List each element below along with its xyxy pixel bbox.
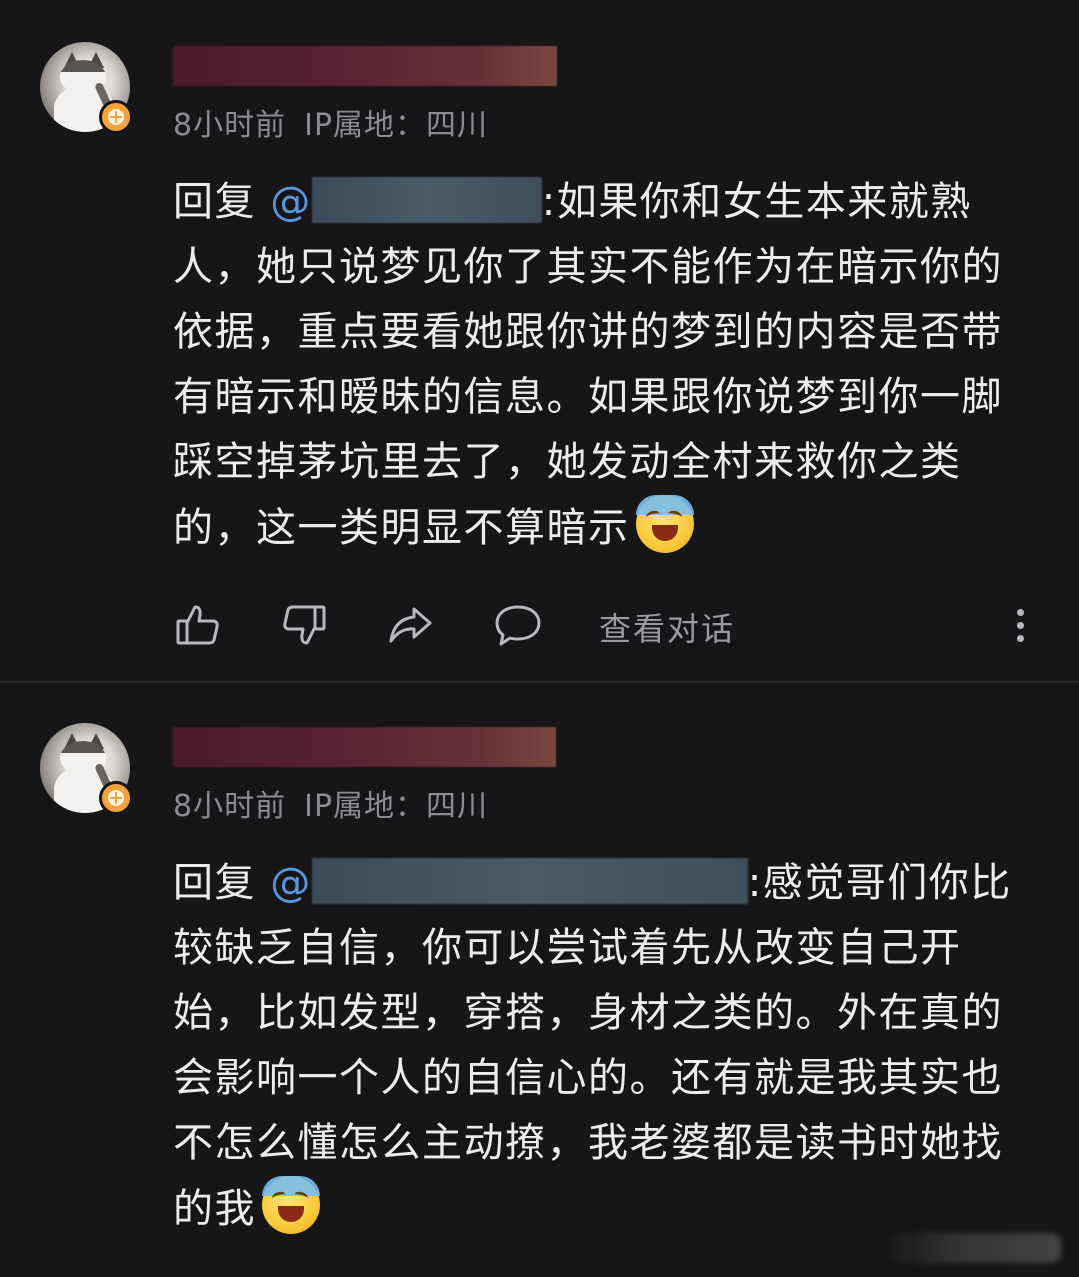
ip-location: IP属地：四川 (304, 108, 489, 143)
thumbs-down-icon[interactable] (279, 600, 329, 650)
reply-prefix: 回复 (173, 860, 256, 906)
comment-text: 回复 @:感觉哥们你比较缺乏自信，你可以尝试着先从改变自己开始，比如发型，穿搭，… (173, 851, 1043, 1242)
watermark (881, 1233, 1061, 1263)
ip-location: IP属地：四川 (304, 789, 489, 824)
view-conversation-link[interactable]: 查看对话 (599, 604, 735, 650)
reply-prefix: 回复 (173, 179, 256, 225)
mention-redacted (311, 177, 542, 223)
mention-link[interactable]: @ (270, 858, 748, 906)
comment-meta: 8小时前 IP属地：四川 (173, 781, 506, 825)
mention-at-sign: @ (270, 179, 312, 225)
laughing-crying-emoji-icon (262, 1176, 320, 1234)
comment-time: 8小时前 (173, 108, 287, 143)
comment-actions: 查看对话 (173, 600, 1043, 650)
mention-at-sign: @ (270, 860, 312, 906)
comment-text: 回复 @:如果你和女生本来就熟人，她只说梦见你了其实不能作为在暗示你的依据，重点… (173, 170, 1043, 561)
comment-body: :如果你和女生本来就熟人，她只说梦见你了其实不能作为在暗示你的依据，重点要看她跟… (173, 179, 1003, 551)
share-arrow-icon[interactable] (385, 600, 435, 650)
mention-link[interactable]: @ (270, 177, 542, 225)
comment-bubble-icon[interactable] (493, 600, 543, 650)
comment-item: 8小时前 IP属地：四川 回复 @:感觉哥们你比较缺乏自信，你可以尝试着先从改变自… (0, 683, 1079, 1277)
comment-item: 8小时前 IP属地：四川 回复 @:如果你和女生本来就熟人，她只说梦见你了其实不能… (0, 0, 1079, 681)
username-redacted[interactable] (173, 46, 557, 86)
thumbs-up-icon[interactable] (173, 600, 223, 650)
user-level-badge-icon (99, 100, 133, 134)
laughing-crying-emoji-icon (635, 495, 694, 553)
comment-time: 8小时前 (173, 789, 287, 824)
username-redacted[interactable] (173, 727, 556, 767)
comment-meta: 8小时前 IP属地：四川 (173, 100, 506, 144)
mention-redacted (311, 858, 748, 904)
more-vertical-icon[interactable] (1005, 600, 1035, 650)
user-level-badge-icon (99, 781, 133, 815)
